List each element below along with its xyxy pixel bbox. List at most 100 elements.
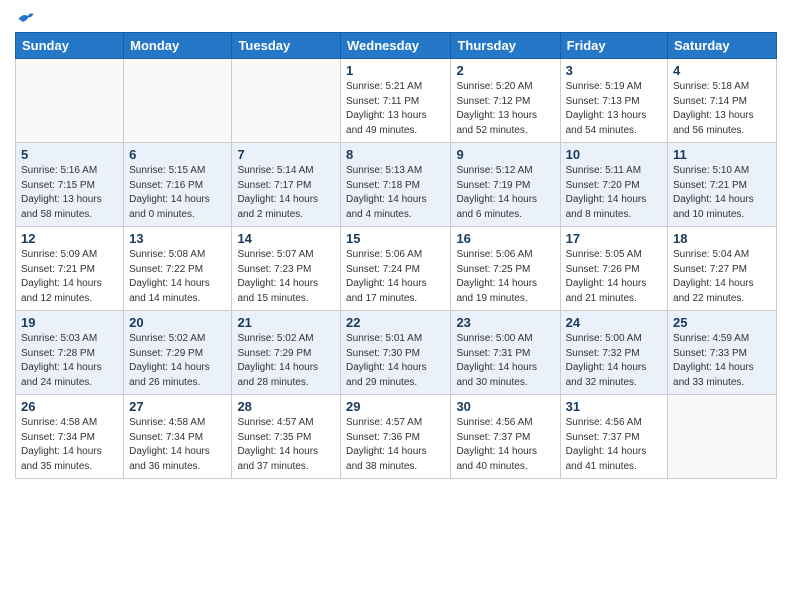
day-info: Sunrise: 5:01 AMSunset: 7:30 PMDaylight:… bbox=[346, 332, 445, 390]
day-number: 9 bbox=[456, 147, 554, 162]
calendar-cell-w1-d7: 4 Sunrise: 5:18 AMSunset: 7:14 PMDaylight… bbox=[668, 59, 777, 143]
page-container: SundayMondayTuesdayWednesdayThursdayFrid… bbox=[0, 0, 792, 494]
day-info: Sunrise: 4:57 AMSunset: 7:36 PMDaylight:… bbox=[346, 416, 445, 474]
day-number: 3 bbox=[566, 63, 662, 78]
week-row-1: 1 Sunrise: 5:21 AMSunset: 7:11 PMDaylight… bbox=[16, 59, 777, 143]
calendar-cell-w5-d7 bbox=[668, 395, 777, 479]
day-info: Sunrise: 4:58 AMSunset: 7:34 PMDaylight:… bbox=[129, 416, 226, 474]
calendar-cell-w4-d5: 23 Sunrise: 5:00 AMSunset: 7:31 PMDayligh… bbox=[451, 311, 560, 395]
calendar-cell-w1-d6: 3 Sunrise: 5:19 AMSunset: 7:13 PMDaylight… bbox=[560, 59, 667, 143]
day-number: 13 bbox=[129, 231, 226, 246]
calendar-cell-w2-d1: 5 Sunrise: 5:16 AMSunset: 7:15 PMDaylight… bbox=[16, 143, 124, 227]
day-number: 25 bbox=[673, 315, 771, 330]
day-info: Sunrise: 5:18 AMSunset: 7:14 PMDaylight:… bbox=[673, 80, 771, 138]
day-number: 26 bbox=[21, 399, 118, 414]
day-number: 17 bbox=[566, 231, 662, 246]
logo-text bbox=[15, 10, 35, 28]
day-number: 5 bbox=[21, 147, 118, 162]
day-info: Sunrise: 4:56 AMSunset: 7:37 PMDaylight:… bbox=[456, 416, 554, 474]
calendar-cell-w3-d2: 13 Sunrise: 5:08 AMSunset: 7:22 PMDayligh… bbox=[124, 227, 232, 311]
weekday-header-row: SundayMondayTuesdayWednesdayThursdayFrid… bbox=[16, 33, 777, 59]
day-number: 11 bbox=[673, 147, 771, 162]
day-number: 18 bbox=[673, 231, 771, 246]
day-number: 8 bbox=[346, 147, 445, 162]
weekday-header-wednesday: Wednesday bbox=[341, 33, 451, 59]
day-info: Sunrise: 5:15 AMSunset: 7:16 PMDaylight:… bbox=[129, 164, 226, 222]
week-row-3: 12 Sunrise: 5:09 AMSunset: 7:21 PMDayligh… bbox=[16, 227, 777, 311]
day-number: 4 bbox=[673, 63, 771, 78]
calendar-cell-w1-d5: 2Sunrise: 5:20 AMSunset: 7:12 PMDaylight… bbox=[451, 59, 560, 143]
day-number: 6 bbox=[129, 147, 226, 162]
day-number: 7 bbox=[237, 147, 335, 162]
day-info: Sunrise: 5:03 AMSunset: 7:28 PMDaylight:… bbox=[21, 332, 118, 390]
calendar-cell-w5-d1: 26 Sunrise: 4:58 AMSunset: 7:34 PMDayligh… bbox=[16, 395, 124, 479]
calendar-cell-w5-d5: 30 Sunrise: 4:56 AMSunset: 7:37 PMDayligh… bbox=[451, 395, 560, 479]
week-row-5: 26 Sunrise: 4:58 AMSunset: 7:34 PMDayligh… bbox=[16, 395, 777, 479]
calendar-cell-w2-d4: 8 Sunrise: 5:13 AMSunset: 7:18 PMDaylight… bbox=[341, 143, 451, 227]
calendar-cell-w4-d2: 20Sunrise: 5:02 AMSunset: 7:29 PMDayligh… bbox=[124, 311, 232, 395]
calendar-cell-w5-d4: 29 Sunrise: 4:57 AMSunset: 7:36 PMDayligh… bbox=[341, 395, 451, 479]
day-info: Sunrise: 5:09 AMSunset: 7:21 PMDaylight:… bbox=[21, 248, 118, 306]
day-info: Sunrise: 5:21 AMSunset: 7:11 PMDaylight:… bbox=[346, 80, 445, 138]
header bbox=[15, 10, 777, 24]
day-number: 16 bbox=[456, 231, 554, 246]
day-number: 27 bbox=[129, 399, 226, 414]
day-number: 28 bbox=[237, 399, 335, 414]
day-number: 1 bbox=[346, 63, 445, 78]
day-number: 12 bbox=[21, 231, 118, 246]
day-info: Sunrise: 5:08 AMSunset: 7:22 PMDaylight:… bbox=[129, 248, 226, 306]
calendar-cell-w2-d3: 7 Sunrise: 5:14 AMSunset: 7:17 PMDaylight… bbox=[232, 143, 341, 227]
calendar-cell-w3-d5: 16 Sunrise: 5:06 AMSunset: 7:25 PMDayligh… bbox=[451, 227, 560, 311]
week-row-2: 5 Sunrise: 5:16 AMSunset: 7:15 PMDaylight… bbox=[16, 143, 777, 227]
day-info: Sunrise: 5:04 AMSunset: 7:27 PMDaylight:… bbox=[673, 248, 771, 306]
day-number: 30 bbox=[456, 399, 554, 414]
day-info: Sunrise: 4:59 AMSunset: 7:33 PMDaylight:… bbox=[673, 332, 771, 390]
calendar-cell-w4-d7: 25 Sunrise: 4:59 AMSunset: 7:33 PMDayligh… bbox=[668, 311, 777, 395]
calendar-cell-w1-d1 bbox=[16, 59, 124, 143]
calendar-cell-w4-d6: 24Sunrise: 5:00 AMSunset: 7:32 PMDayligh… bbox=[560, 311, 667, 395]
day-number: 14 bbox=[237, 231, 335, 246]
calendar-cell-w3-d6: 17 Sunrise: 5:05 AMSunset: 7:26 PMDayligh… bbox=[560, 227, 667, 311]
calendar-cell-w1-d2 bbox=[124, 59, 232, 143]
day-number: 23 bbox=[456, 315, 554, 330]
day-info: Sunrise: 4:57 AMSunset: 7:35 PMDaylight:… bbox=[237, 416, 335, 474]
weekday-header-monday: Monday bbox=[124, 33, 232, 59]
calendar-cell-w3-d1: 12 Sunrise: 5:09 AMSunset: 7:21 PMDayligh… bbox=[16, 227, 124, 311]
calendar-cell-w3-d3: 14Sunrise: 5:07 AMSunset: 7:23 PMDayligh… bbox=[232, 227, 341, 311]
day-info: Sunrise: 5:05 AMSunset: 7:26 PMDaylight:… bbox=[566, 248, 662, 306]
day-info: Sunrise: 5:13 AMSunset: 7:18 PMDaylight:… bbox=[346, 164, 445, 222]
day-info: Sunrise: 5:00 AMSunset: 7:31 PMDaylight:… bbox=[456, 332, 554, 390]
calendar-cell-w4-d3: 21Sunrise: 5:02 AMSunset: 7:29 PMDayligh… bbox=[232, 311, 341, 395]
day-number: 19 bbox=[21, 315, 118, 330]
day-info: Sunrise: 5:19 AMSunset: 7:13 PMDaylight:… bbox=[566, 80, 662, 138]
calendar-cell-w1-d3 bbox=[232, 59, 341, 143]
day-number: 2 bbox=[456, 63, 554, 78]
day-number: 22 bbox=[346, 315, 445, 330]
day-info: Sunrise: 5:14 AMSunset: 7:17 PMDaylight:… bbox=[237, 164, 335, 222]
weekday-header-saturday: Saturday bbox=[668, 33, 777, 59]
day-info: Sunrise: 5:06 AMSunset: 7:24 PMDaylight:… bbox=[346, 248, 445, 306]
day-info: Sunrise: 5:00 AMSunset: 7:32 PMDaylight:… bbox=[566, 332, 662, 390]
weekday-header-thursday: Thursday bbox=[451, 33, 560, 59]
day-info: Sunrise: 5:06 AMSunset: 7:25 PMDaylight:… bbox=[456, 248, 554, 306]
day-number: 31 bbox=[566, 399, 662, 414]
day-info: Sunrise: 5:12 AMSunset: 7:19 PMDaylight:… bbox=[456, 164, 554, 222]
day-info: Sunrise: 5:10 AMSunset: 7:21 PMDaylight:… bbox=[673, 164, 771, 222]
day-info: Sunrise: 5:02 AMSunset: 7:29 PMDaylight:… bbox=[237, 332, 335, 390]
day-info: Sunrise: 4:56 AMSunset: 7:37 PMDaylight:… bbox=[566, 416, 662, 474]
day-info: Sunrise: 5:02 AMSunset: 7:29 PMDaylight:… bbox=[129, 332, 226, 390]
calendar-cell-w1-d4: 1 Sunrise: 5:21 AMSunset: 7:11 PMDaylight… bbox=[341, 59, 451, 143]
weekday-header-friday: Friday bbox=[560, 33, 667, 59]
calendar-cell-w3-d7: 18 Sunrise: 5:04 AMSunset: 7:27 PMDayligh… bbox=[668, 227, 777, 311]
calendar-cell-w5-d2: 27 Sunrise: 4:58 AMSunset: 7:34 PMDayligh… bbox=[124, 395, 232, 479]
day-info: Sunrise: 4:58 AMSunset: 7:34 PMDaylight:… bbox=[21, 416, 118, 474]
week-row-4: 19 Sunrise: 5:03 AMSunset: 7:28 PMDayligh… bbox=[16, 311, 777, 395]
calendar-cell-w4-d4: 22 Sunrise: 5:01 AMSunset: 7:30 PMDayligh… bbox=[341, 311, 451, 395]
calendar-cell-w5-d6: 31 Sunrise: 4:56 AMSunset: 7:37 PMDayligh… bbox=[560, 395, 667, 479]
calendar-cell-w4-d1: 19 Sunrise: 5:03 AMSunset: 7:28 PMDayligh… bbox=[16, 311, 124, 395]
calendar-cell-w3-d4: 15Sunrise: 5:06 AMSunset: 7:24 PMDayligh… bbox=[341, 227, 451, 311]
day-number: 29 bbox=[346, 399, 445, 414]
calendar-cell-w2-d7: 11 Sunrise: 5:10 AMSunset: 7:21 PMDayligh… bbox=[668, 143, 777, 227]
day-info: Sunrise: 5:11 AMSunset: 7:20 PMDaylight:… bbox=[566, 164, 662, 222]
day-info: Sunrise: 5:16 AMSunset: 7:15 PMDaylight:… bbox=[21, 164, 118, 222]
